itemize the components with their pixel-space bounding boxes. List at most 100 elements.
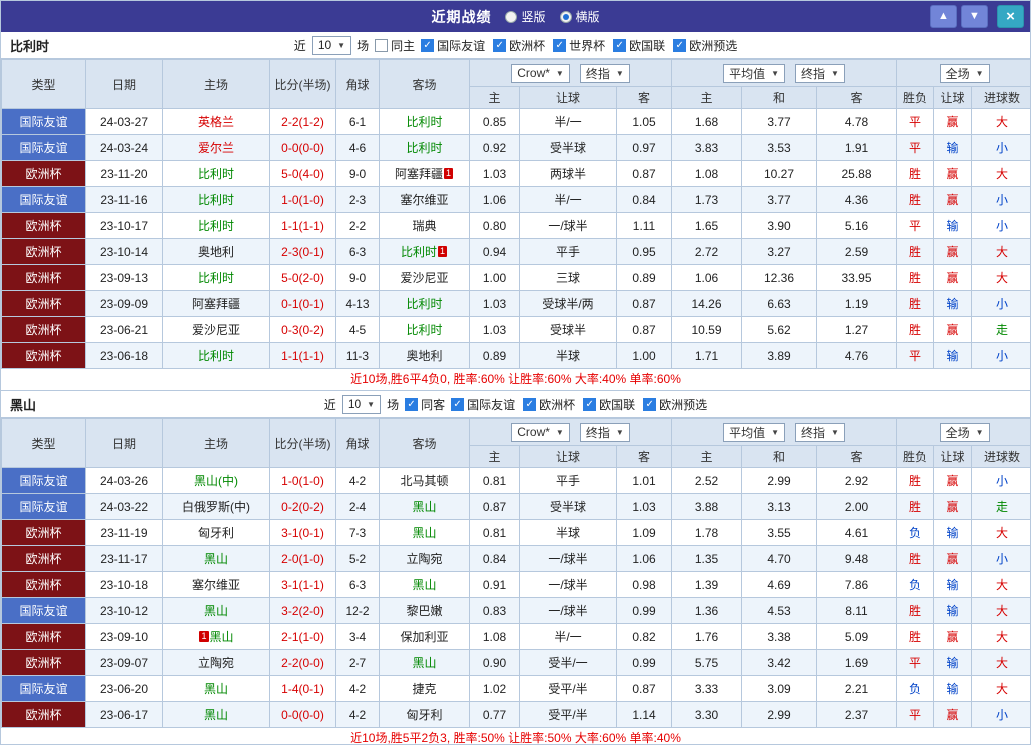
competition-checkbox[interactable]: 欧国联 xyxy=(613,37,665,54)
cell-odds-home: 0.90 xyxy=(469,649,520,676)
cell-handicap: 受球半/两 xyxy=(519,290,617,317)
checkbox-label: 欧洲预选 xyxy=(689,38,738,53)
match-row: 欧洲杯 23-10-17 比利时 1-1(1-1) 2-2 瑞典 0.80 一/… xyxy=(1,212,1030,239)
odds-stage-select[interactable]: 终指 ▼ xyxy=(579,422,630,442)
cell-handicap: 一/球半 xyxy=(519,545,617,572)
cell-avg-away: 4.36 xyxy=(815,186,898,213)
avg-stage-select[interactable]: 终指 ▼ xyxy=(795,63,845,83)
layout-radio-horizontal[interactable]: 横版 xyxy=(559,8,600,25)
match-row: 国际友谊 23-11-16 比利时 1-0(1-0) 2-3 塞尔维亚 1.06… xyxy=(1,186,1030,213)
cell-result: 胜 xyxy=(896,623,935,650)
away-team-name: 黑山 xyxy=(412,656,437,670)
cell-odds-away: 1.03 xyxy=(616,493,672,520)
scroll-up-button[interactable]: ▲ xyxy=(930,5,957,28)
filter-bar: 比利时 近 10 ▼ 场 同主 国际友谊 xyxy=(1,32,1030,59)
cell-avg-home: 1.68 xyxy=(671,108,742,135)
cell-competition: 欧洲杯 xyxy=(1,316,86,343)
recent-count-select[interactable]: 10 ▼ xyxy=(341,394,382,414)
competition-checkbox[interactable]: 国际友谊 xyxy=(451,396,515,413)
cell-avg-home: 1.06 xyxy=(671,264,742,291)
scope-select[interactable]: 全场 ▼ xyxy=(939,63,990,83)
cell-home-team: 黑山(中) xyxy=(162,467,270,494)
cell-handicap-result: 赢 xyxy=(933,545,973,572)
away-team-name: 黑山 xyxy=(412,526,437,540)
cell-date: 23-11-16 xyxy=(85,186,163,213)
competition-checkbox[interactable]: 欧洲杯 xyxy=(523,396,575,413)
recent-count-select[interactable]: 10 ▼ xyxy=(311,35,352,55)
avg-stage-select[interactable]: 终指 ▼ xyxy=(795,422,845,442)
cell-result: 平 xyxy=(896,649,935,676)
cell-away-team: 阿塞拜疆 1 xyxy=(379,160,470,187)
competition-checkbox[interactable]: 欧洲预选 xyxy=(643,396,707,413)
cell-avg-away: 7.86 xyxy=(815,571,898,598)
cell-odds-home: 1.03 xyxy=(469,316,520,343)
cell-handicap: 受半球 xyxy=(519,493,617,520)
scope-select[interactable]: 全场 ▼ xyxy=(939,422,990,442)
cell-competition: 欧洲杯 xyxy=(1,623,86,650)
down-arrow-icon: ▼ xyxy=(969,10,980,22)
checkbox-label: 欧洲杯 xyxy=(509,38,546,53)
team-name: 黑山 xyxy=(10,397,37,413)
cell-corners: 7-3 xyxy=(335,519,380,546)
cell-home-team: 英格兰 xyxy=(162,108,270,135)
same-venue-checkbox[interactable]: 同主 xyxy=(375,37,415,54)
scope-value: 全场 xyxy=(945,66,970,81)
cell-handicap: 受半/一 xyxy=(519,649,617,676)
cell-odds-away: 1.06 xyxy=(616,545,672,572)
cell-handicap-result: 输 xyxy=(933,571,973,598)
odds-source-select[interactable]: Crow* ▼ xyxy=(511,63,570,83)
col-type: 类型 xyxy=(1,418,86,468)
cell-goals-result: 大 xyxy=(971,108,1030,135)
chevron-down-icon: ▼ xyxy=(771,68,779,78)
cell-away-team: 黑山 xyxy=(379,571,470,598)
home-team-name: 阿塞拜疆 xyxy=(191,297,240,311)
odds-source-select[interactable]: Crow* ▼ xyxy=(511,422,570,442)
cell-odds-home: 0.81 xyxy=(469,467,520,494)
close-button[interactable]: × xyxy=(997,5,1024,28)
cell-score: 3-1(0-1) xyxy=(269,519,336,546)
odds-stage-select[interactable]: 终指 ▼ xyxy=(579,63,630,83)
scroll-down-button[interactable]: ▼ xyxy=(961,5,988,28)
cell-home-team: 比利时 xyxy=(162,212,270,239)
checkbox-label: 同客 xyxy=(421,397,446,412)
cell-odds-home: 1.03 xyxy=(469,290,520,317)
home-team-name: 黑山 xyxy=(209,630,234,644)
competition-checkbox[interactable]: 欧洲预选 xyxy=(673,37,737,54)
cell-corners: 3-4 xyxy=(335,623,380,650)
cell-competition: 国际友谊 xyxy=(1,134,86,161)
cell-handicap-result: 输 xyxy=(933,134,973,161)
cell-odds-away: 0.87 xyxy=(616,675,672,702)
same-venue-checkbox[interactable]: 同客 xyxy=(405,396,445,413)
competition-checkbox[interactable]: 国际友谊 xyxy=(421,37,485,54)
cell-avg-home: 10.59 xyxy=(671,316,742,343)
cell-avg-home: 1.08 xyxy=(671,160,742,187)
cell-result: 胜 xyxy=(896,545,935,572)
competition-checkbox[interactable]: 欧国联 xyxy=(583,396,635,413)
col-date: 日期 xyxy=(85,59,163,109)
match-row: 欧洲杯 23-06-18 比利时 1-1(1-1) 11-3 奥地利 0.89 … xyxy=(1,342,1030,369)
competition-checkbox[interactable]: 欧洲杯 xyxy=(493,37,545,54)
competition-checkbox[interactable]: 世界杯 xyxy=(553,37,605,54)
home-team-name: 比利时 xyxy=(197,167,234,181)
cell-corners: 2-7 xyxy=(335,649,380,676)
chevron-down-icon: ▼ xyxy=(337,40,346,50)
avg-source-select[interactable]: 平均值 ▼ xyxy=(723,422,785,442)
cell-result: 胜 xyxy=(896,493,935,520)
avg-stage-value: 终指 xyxy=(801,66,826,81)
cell-goals-result: 走 xyxy=(971,493,1030,520)
layout-radio-vertical[interactable]: 竖版 xyxy=(505,8,546,25)
cell-handicap: 平手 xyxy=(519,238,617,265)
odds-stage-value: 终指 xyxy=(585,66,610,81)
cell-corners: 4-2 xyxy=(335,675,380,702)
cell-handicap-result: 输 xyxy=(933,519,973,546)
cell-goals-result: 大 xyxy=(971,649,1030,676)
cell-goals-result: 大 xyxy=(971,571,1030,598)
avg-source-select[interactable]: 平均值 ▼ xyxy=(723,63,785,83)
cell-away-team: 捷克 xyxy=(379,675,470,702)
cell-handicap-result: 输 xyxy=(933,649,973,676)
match-row: 国际友谊 23-10-12 黑山 3-2(2-0) 12-2 黎巴嫩 0.83 … xyxy=(1,597,1030,624)
cell-handicap-result: 赢 xyxy=(933,623,973,650)
cell-competition: 欧洲杯 xyxy=(1,571,86,598)
cell-avg-draw: 4.70 xyxy=(741,545,817,572)
col-date: 日期 xyxy=(85,418,163,468)
